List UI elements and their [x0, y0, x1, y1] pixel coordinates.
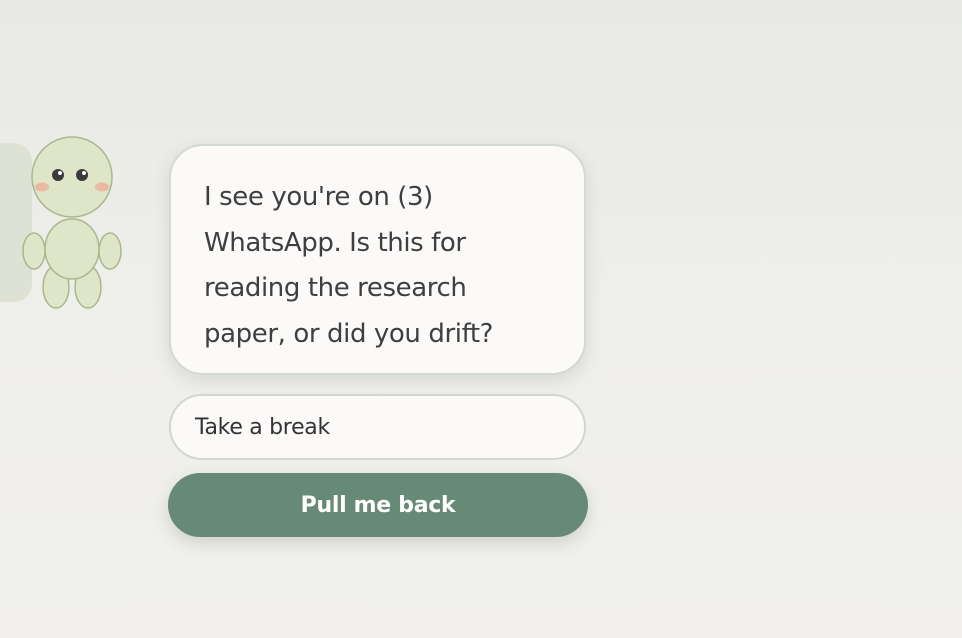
mascot-head	[31, 136, 113, 218]
mascot-left-arm	[22, 232, 46, 270]
take-break-button[interactable]: Take a break	[169, 394, 586, 460]
mascot-body	[44, 218, 100, 280]
speech-bubble: I see you're on (3) WhatsApp. Is this fo…	[169, 144, 586, 375]
pull-me-back-button[interactable]: Pull me back	[168, 473, 588, 537]
bubble-message: I see you're on (3) WhatsApp. Is this fo…	[204, 182, 494, 349]
mascot-right-eye	[76, 169, 88, 181]
mascot-left-eye	[52, 169, 64, 181]
mascot-right-arm	[98, 232, 122, 270]
mascot-right-cheek	[95, 182, 109, 192]
mascot	[18, 133, 128, 313]
mascot-left-cheek	[35, 182, 49, 192]
green-doll-mascot-icon	[22, 136, 122, 309]
